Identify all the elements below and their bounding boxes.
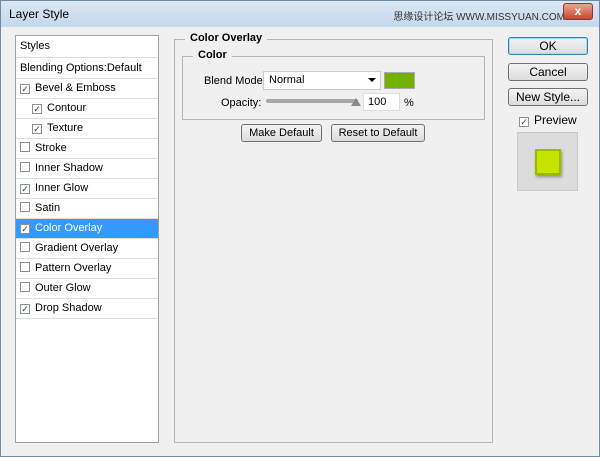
style-item-label: Gradient Overlay bbox=[35, 242, 119, 254]
checkbox-icon[interactable] bbox=[20, 282, 30, 292]
style-item-stroke[interactable]: Stroke bbox=[16, 139, 158, 159]
style-item-label: Satin bbox=[35, 202, 61, 214]
style-item-label: Drop Shadow bbox=[35, 302, 102, 314]
style-item-color-overlay[interactable]: ✓ Color Overlay bbox=[16, 219, 158, 239]
checkbox-icon[interactable] bbox=[20, 142, 30, 152]
style-item-label: Bevel & Emboss bbox=[35, 82, 116, 94]
opacity-input[interactable]: 100 bbox=[363, 93, 400, 111]
checkbox-icon[interactable] bbox=[20, 202, 30, 212]
checkbox-icon[interactable]: ✓ bbox=[20, 224, 30, 234]
style-item-label: Contour bbox=[47, 102, 87, 114]
preview-label: Preview bbox=[534, 113, 577, 127]
style-item-label: Inner Shadow bbox=[35, 162, 103, 174]
style-item-inner-shadow[interactable]: Inner Shadow bbox=[16, 159, 158, 179]
style-item-label: Color Overlay bbox=[35, 222, 103, 234]
checkbox-icon[interactable]: ✓ bbox=[20, 184, 30, 194]
checkbox-icon[interactable]: ✓ bbox=[20, 304, 30, 314]
style-item-pattern-overlay[interactable]: Pattern Overlay bbox=[16, 259, 158, 279]
styles-header[interactable]: Styles bbox=[16, 36, 158, 58]
checkbox-icon[interactable]: ✓ bbox=[32, 104, 42, 114]
overlay-color-swatch[interactable] bbox=[384, 72, 415, 89]
style-item-satin[interactable]: Satin bbox=[16, 199, 158, 219]
make-default-button[interactable]: Make Default bbox=[241, 124, 322, 142]
style-item-inner-glow[interactable]: ✓ Inner Glow bbox=[16, 179, 158, 199]
styles-list: Styles Blending Options:Default ✓ Bevel &… bbox=[15, 35, 159, 443]
reset-to-default-button[interactable]: Reset to Default bbox=[331, 124, 425, 142]
style-preview bbox=[517, 132, 578, 191]
window-title: Layer Style bbox=[9, 7, 70, 21]
style-item-bevel-emboss[interactable]: ✓ Bevel & Emboss bbox=[16, 79, 158, 99]
ok-button[interactable]: OK bbox=[508, 37, 588, 55]
checkbox-icon[interactable] bbox=[20, 162, 30, 172]
style-item-label: Stroke bbox=[35, 142, 67, 154]
new-style-button[interactable]: New Style... bbox=[508, 88, 588, 106]
checkbox-icon[interactable]: ✓ bbox=[32, 124, 42, 134]
watermark: 思缘设计论坛 WWW.MISSYUAN.COM bbox=[393, 12, 565, 23]
chevron-down-icon bbox=[368, 78, 376, 82]
checkbox-icon[interactable] bbox=[20, 262, 30, 272]
close-button[interactable]: x bbox=[563, 3, 593, 20]
title-bar: Layer Style 思缘设计论坛 WWW.MISSYUAN.COM x bbox=[1, 1, 599, 27]
checkbox-icon[interactable]: ✓ bbox=[20, 84, 30, 94]
blend-mode-value: Normal bbox=[269, 74, 305, 86]
cancel-button[interactable]: Cancel bbox=[508, 63, 588, 81]
opacity-label: Opacity: bbox=[221, 97, 262, 109]
opacity-slider[interactable] bbox=[266, 99, 358, 103]
color-group-title: Color bbox=[193, 49, 232, 61]
blend-mode-select[interactable]: Normal bbox=[263, 71, 381, 90]
preview-swatch bbox=[535, 149, 561, 175]
preview-checkbox[interactable]: ✓ Preview bbox=[519, 113, 577, 127]
style-item-outer-glow[interactable]: Outer Glow bbox=[16, 279, 158, 299]
opacity-unit: % bbox=[404, 97, 414, 109]
blending-options[interactable]: Blending Options:Default bbox=[16, 58, 158, 79]
opacity-slider-thumb[interactable] bbox=[351, 98, 361, 106]
style-item-texture[interactable]: ✓ Texture bbox=[16, 119, 158, 139]
style-item-contour[interactable]: ✓ Contour bbox=[16, 99, 158, 119]
style-item-label: Inner Glow bbox=[35, 182, 89, 194]
style-item-gradient-overlay[interactable]: Gradient Overlay bbox=[16, 239, 158, 259]
style-item-label: Pattern Overlay bbox=[35, 262, 112, 274]
style-item-drop-shadow[interactable]: ✓ Drop Shadow bbox=[16, 299, 158, 319]
blend-mode-label: Blend Mode: bbox=[204, 75, 266, 87]
style-item-label: Outer Glow bbox=[35, 282, 91, 294]
panel-title: Color Overlay bbox=[185, 32, 268, 44]
checkbox-icon: ✓ bbox=[519, 117, 529, 127]
style-item-label: Texture bbox=[47, 122, 84, 134]
layer-style-dialog: Layer Style 思缘设计论坛 WWW.MISSYUAN.COM x St… bbox=[0, 0, 600, 457]
checkbox-icon[interactable] bbox=[20, 242, 30, 252]
